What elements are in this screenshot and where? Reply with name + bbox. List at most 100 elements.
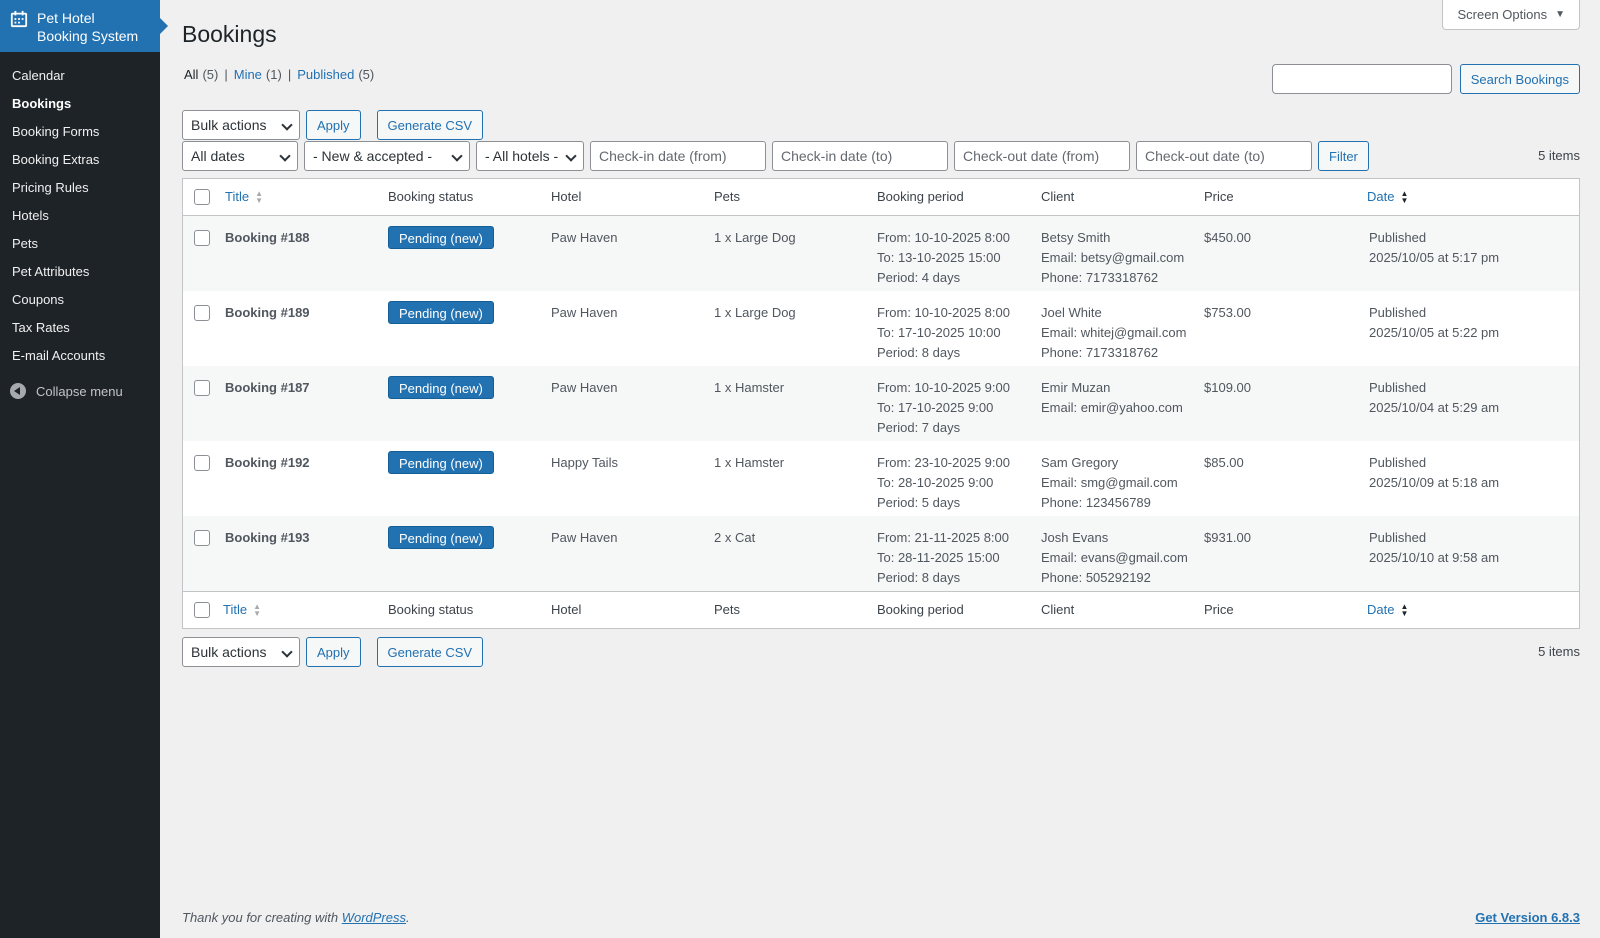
period-to: To: 17-10-2025 10:00 — [877, 325, 1001, 340]
client-phone: Phone: 123456789 — [1041, 495, 1151, 510]
view-filters: All (5) | Mine (1) | Published (5) — [184, 67, 374, 82]
generate-csv-button[interactable]: Generate CSV — [376, 110, 484, 140]
hotel-cell: Happy Tails — [551, 455, 618, 470]
date-column-header[interactable]: Date ▲ ▼ — [1367, 189, 1408, 204]
select-all-checkbox-bottom[interactable] — [194, 602, 210, 618]
client-cell: Emir Muzan Email: emir@yahoo.com — [1041, 378, 1183, 418]
status-filter-select[interactable]: - New & accepted - — [304, 141, 470, 171]
booking-title-link[interactable]: Booking #192 — [225, 453, 310, 473]
period-length: Period: 8 days — [877, 345, 961, 360]
apply-button-bottom[interactable]: Apply — [306, 637, 361, 667]
filter-bar: All dates - New & accepted - - All hotel… — [182, 141, 1369, 171]
title-column-header[interactable]: Title ▲ ▼ — [225, 189, 263, 204]
search-input[interactable] — [1272, 64, 1452, 94]
period-cell: From: 23-10-2025 9:00 To: 28-10-2025 9:0… — [877, 453, 1010, 513]
generate-csv-button-bottom[interactable]: Generate CSV — [376, 637, 484, 667]
row-checkbox[interactable] — [194, 380, 210, 396]
sidebar-item-hotels[interactable]: Hotels — [0, 202, 160, 230]
table-body: Booking #188 Pending (new) Paw Haven 1 x… — [183, 216, 1579, 591]
footer-thanks-period: . — [406, 910, 410, 925]
status-badge: Pending (new) — [388, 301, 494, 324]
status-column-header: Booking status — [388, 189, 474, 204]
checkin-to-input[interactable]: Check-in date (to) — [772, 141, 948, 171]
view-published-link[interactable]: Published — [297, 67, 354, 82]
row-checkbox[interactable] — [194, 530, 210, 546]
bookings-table: Title ▲ ▼ Booking status Hotel Pets Booki… — [182, 178, 1580, 629]
chevron-down-icon — [281, 646, 293, 658]
get-version-link[interactable]: Get Version 6.8.3 — [1475, 910, 1580, 925]
dates-filter-select[interactable]: All dates — [182, 141, 298, 171]
sidebar-item-bookings[interactable]: Bookings — [0, 90, 160, 118]
checkout-to-input[interactable]: Check-out date (to) — [1136, 141, 1312, 171]
row-checkbox[interactable] — [194, 230, 210, 246]
date-value: 2025/10/05 at 5:17 pm — [1369, 250, 1500, 265]
hotel-cell: Paw Haven — [551, 530, 618, 545]
view-separator: | — [287, 67, 292, 82]
sidebar-item-pet-attributes[interactable]: Pet Attributes — [0, 258, 160, 286]
bottom-bulk-actions: Bulk actions Apply Generate CSV — [182, 637, 484, 667]
row-checkbox[interactable] — [194, 305, 210, 321]
sidebar-item-booking-extras[interactable]: Booking Extras — [0, 146, 160, 174]
client-name: Joel White — [1041, 305, 1102, 320]
sidebar-item-email-accounts[interactable]: E-mail Accounts — [0, 342, 160, 370]
checkin-from-input[interactable]: Check-in date (from) — [590, 141, 766, 171]
hotel-cell: Paw Haven — [551, 380, 618, 395]
checkout-from-input[interactable]: Check-out date (from) — [954, 141, 1130, 171]
table-row: Booking #193 Pending (new) Paw Haven 2 x… — [183, 516, 1579, 591]
view-mine-count: (1) — [265, 67, 282, 82]
date-cell: Published 2025/10/05 at 5:17 pm — [1369, 228, 1499, 268]
select-all-checkbox[interactable] — [194, 189, 210, 205]
period-cell: From: 10-10-2025 8:00 To: 17-10-2025 10:… — [877, 303, 1010, 363]
bulk-actions-select-bottom[interactable]: Bulk actions — [182, 637, 300, 667]
pets-column-header: Pets — [714, 189, 741, 204]
title-footer-label: Title — [223, 602, 248, 617]
sidebar-item-calendar[interactable]: Calendar — [0, 62, 160, 90]
client-email: Email: smg@gmail.com — [1041, 475, 1178, 490]
date-column-footer[interactable]: Date ▲ ▼ — [1367, 602, 1408, 617]
hotels-filter-select[interactable]: - All hotels - — [476, 141, 584, 171]
filter-button[interactable]: Filter — [1318, 141, 1369, 171]
brand-menu-item[interactable]: Pet Hotel Booking System — [0, 0, 168, 52]
screen-options-button[interactable]: Screen Options ▼ — [1442, 0, 1580, 30]
bulk-actions-select[interactable]: Bulk actions — [182, 110, 300, 140]
chevron-down-icon — [565, 150, 577, 162]
sidebar-item-coupons[interactable]: Coupons — [0, 286, 160, 314]
dates-filter-value: All dates — [191, 148, 245, 164]
status-badge: Pending (new) — [388, 376, 494, 399]
view-all-link[interactable]: All — [184, 67, 198, 82]
collapse-menu-button[interactable]: Collapse menu — [0, 376, 160, 406]
admin-footer: Thank you for creating with WordPress. G… — [182, 910, 1580, 925]
booking-title-link[interactable]: Booking #193 — [225, 528, 310, 548]
client-phone: Phone: 7173318762 — [1041, 270, 1159, 285]
items-count-top: 5 items — [1538, 148, 1580, 163]
apply-button[interactable]: Apply — [306, 110, 361, 140]
date-value: 2025/10/05 at 5:22 pm — [1369, 325, 1500, 340]
booking-title-link[interactable]: Booking #187 — [225, 378, 310, 398]
booking-title-link[interactable]: Booking #189 — [225, 303, 310, 323]
period-cell: From: 10-10-2025 8:00 To: 13-10-2025 15:… — [877, 228, 1010, 288]
client-name: Josh Evans — [1041, 530, 1109, 545]
booking-title-link[interactable]: Booking #188 — [225, 228, 310, 248]
client-email: Email: betsy@gmail.com — [1041, 250, 1185, 265]
date-value: 2025/10/04 at 5:29 am — [1369, 400, 1500, 415]
search-bookings-button[interactable]: Search Bookings — [1459, 64, 1580, 94]
client-cell: Sam Gregory Email: smg@gmail.com Phone: … — [1041, 453, 1178, 513]
sidebar-item-pets[interactable]: Pets — [0, 230, 160, 258]
view-mine-link[interactable]: Mine — [234, 67, 262, 82]
client-phone: Phone: 505292192 — [1041, 570, 1151, 585]
date-cell: Published 2025/10/04 at 5:29 am — [1369, 378, 1499, 418]
client-email: Email: emir@yahoo.com — [1041, 400, 1183, 415]
title-column-footer[interactable]: Title ▲ ▼ — [223, 602, 261, 617]
items-count-bottom: 5 items — [1538, 644, 1580, 659]
brand-line-2: Booking System — [37, 28, 139, 44]
date-status: Published — [1369, 530, 1427, 545]
wordpress-link[interactable]: WordPress — [342, 910, 406, 925]
sidebar-item-pricing-rules[interactable]: Pricing Rules — [0, 174, 160, 202]
client-column-footer: Client — [1041, 602, 1075, 617]
sidebar-item-booking-forms[interactable]: Booking Forms — [0, 118, 160, 146]
period-length: Period: 8 days — [877, 570, 961, 585]
sidebar-item-tax-rates[interactable]: Tax Rates — [0, 314, 160, 342]
row-checkbox[interactable] — [194, 455, 210, 471]
brand-line-1: Pet Hotel — [37, 10, 95, 26]
page-title: Bookings — [182, 21, 277, 47]
